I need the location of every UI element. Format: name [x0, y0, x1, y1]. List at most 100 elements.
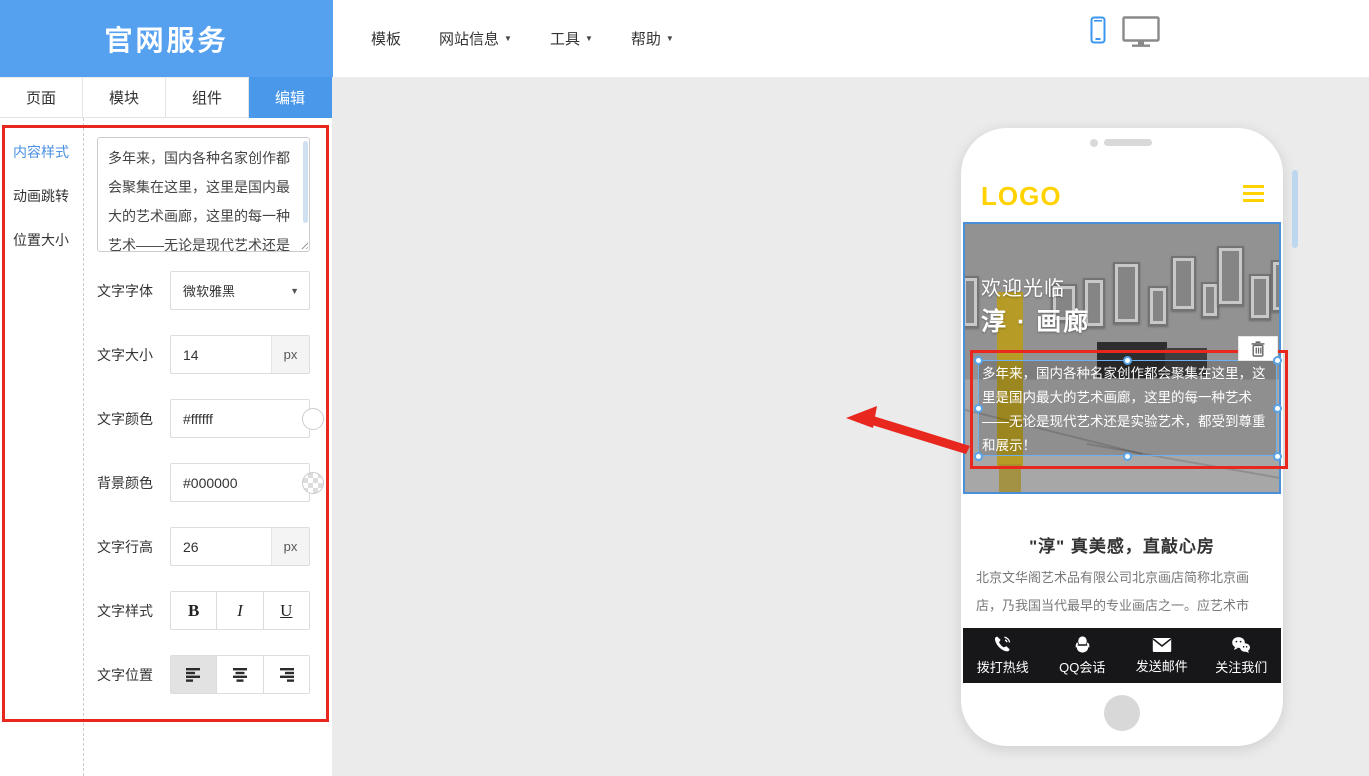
mail-icon [1152, 637, 1172, 653]
content-text-input[interactable] [97, 137, 310, 252]
chevron-down-icon: ▼ [290, 286, 299, 296]
left-tabbar: 页面 模块 组件 编辑 [0, 77, 332, 118]
line-height-label: 文字行高 [97, 537, 153, 557]
text-style-label: 文字样式 [97, 601, 153, 621]
hero-welcome-text: 欢迎光临 [981, 272, 1065, 301]
site-logo[interactable]: LOGO [981, 181, 1062, 212]
text-color-input[interactable] [171, 400, 309, 437]
row-font-size: 文字大小 px [0, 335, 332, 374]
row-text-style: 文字样式 B I U [0, 591, 332, 630]
text-color-label: 文字颜色 [97, 409, 153, 429]
hero-title-text: 淳 · 画廊 [981, 302, 1090, 338]
font-family-select[interactable]: 微软雅黑 ▼ [170, 271, 310, 310]
brand-header: 官网服务 [0, 0, 333, 77]
panel-menu-content-style[interactable]: 内容样式 [13, 142, 77, 162]
bg-color-input[interactable] [171, 464, 309, 501]
resize-handle-w[interactable] [974, 404, 983, 413]
row-text-align: 文字位置 [0, 655, 332, 694]
align-center-button[interactable] [217, 656, 263, 693]
trash-icon [1251, 341, 1265, 357]
qq-icon [1073, 635, 1092, 654]
tab-edit[interactable]: 编辑 [249, 77, 332, 118]
phone-screen: LOGO [963, 168, 1281, 683]
phone-preview: LOGO [961, 128, 1283, 746]
bold-button[interactable]: B [171, 592, 217, 629]
textarea-scrollbar[interactable] [303, 141, 308, 223]
section-heading: "淳" 真美感，直敲心房 [963, 532, 1281, 557]
chevron-down-icon: ▼ [504, 35, 512, 43]
bg-color-label: 背景颜色 [97, 473, 153, 493]
text-align-label: 文字位置 [97, 665, 153, 685]
footer-follow-us[interactable]: 关注我们 [1202, 628, 1282, 683]
desktop-preview-icon[interactable] [1122, 16, 1160, 47]
wechat-icon [1231, 636, 1251, 654]
nav-help[interactable]: 帮助 ▼ [631, 28, 674, 49]
row-font-family: 文字字体 微软雅黑 ▼ [0, 271, 332, 310]
tab-page[interactable]: 页面 [0, 77, 83, 118]
tab-module[interactable]: 模块 [83, 77, 166, 118]
resize-handle-sw[interactable] [974, 452, 983, 461]
mobile-preview-icon[interactable] [1090, 16, 1106, 44]
edit-panel: 内容样式 动画跳转 位置大小 文字字体 微软雅黑 ▼ 文字大小 px 文字颜色 [0, 118, 332, 776]
align-left-button[interactable] [171, 656, 217, 693]
hero-banner-selected[interactable]: 欢迎光临 淳 · 画廊 多年来，国内各种名家创作都会聚集在这里，这里是国内最大的… [963, 222, 1281, 494]
resize-handle-e[interactable] [1273, 404, 1282, 413]
font-size-control: px [170, 335, 310, 374]
align-left-icon [186, 668, 202, 682]
resize-handle-n[interactable] [1123, 356, 1132, 365]
brand-title: 官网服务 [104, 19, 228, 59]
mobile-site-header: LOGO [963, 168, 1281, 222]
footer-call-hotline[interactable]: 拨打热线 [963, 628, 1043, 683]
bg-color-control [170, 463, 310, 502]
footer-qq-chat[interactable]: QQ会话 [1043, 628, 1123, 683]
nav-template[interactable]: 模板 [371, 28, 401, 49]
bg-color-swatch[interactable] [302, 472, 324, 494]
nav-site-info[interactable]: 网站信息 ▼ [439, 28, 512, 49]
nav-tools[interactable]: 工具 ▼ [550, 28, 593, 49]
text-style-group: B I U [170, 591, 310, 630]
panel-menu-position-size[interactable]: 位置大小 [13, 230, 77, 250]
text-color-swatch[interactable] [302, 408, 324, 430]
hero-paragraph: 多年来，国内各种名家创作都会聚集在这里，这里是国内最大的艺术画廊，这里的每一种艺… [982, 362, 1275, 458]
font-size-input[interactable] [171, 336, 271, 373]
font-family-label: 文字字体 [97, 281, 153, 301]
resize-handle-se[interactable] [1273, 452, 1282, 461]
footer-send-email[interactable]: 发送邮件 [1122, 628, 1202, 683]
text-align-group [170, 655, 310, 694]
line-height-unit: px [271, 528, 309, 565]
resize-handle-nw[interactable] [974, 356, 983, 365]
line-height-control: px [170, 527, 310, 566]
menu-icon[interactable] [1243, 185, 1264, 202]
preview-device-toggle [1090, 16, 1160, 47]
preview-scrollbar[interactable] [1292, 170, 1298, 248]
row-text-color: 文字颜色 [0, 399, 332, 438]
call-icon [993, 635, 1012, 654]
phone-home-button[interactable] [1104, 695, 1140, 731]
chevron-down-icon: ▼ [585, 35, 593, 43]
delete-block-button[interactable] [1238, 336, 1278, 361]
top-nav: 模板 网站信息 ▼ 工具 ▼ 帮助 ▼ [333, 0, 1369, 77]
annotation-arrow [840, 404, 980, 462]
panel-menu-animation[interactable]: 动画跳转 [13, 186, 77, 206]
tab-component[interactable]: 组件 [166, 77, 249, 118]
font-size-unit: px [271, 336, 309, 373]
resize-handle-ne[interactable] [1273, 356, 1282, 365]
selected-text-block[interactable]: 多年来，国内各种名家创作都会聚集在这里，这里是国内最大的艺术画廊，这里的每一种艺… [978, 360, 1277, 456]
align-right-icon [278, 668, 294, 682]
row-bg-color: 背景颜色 [0, 463, 332, 502]
phone-speaker-bar [1104, 139, 1152, 146]
resize-handle-s[interactable] [1123, 452, 1132, 461]
app-window: 官网服务 模板 网站信息 ▼ 工具 ▼ 帮助 ▼ [0, 0, 1369, 776]
chevron-down-icon: ▼ [666, 35, 674, 43]
align-center-icon [232, 668, 248, 682]
line-height-input[interactable] [171, 528, 271, 565]
mobile-footer-bar: 拨打热线 QQ会话 [963, 628, 1281, 683]
underline-button[interactable]: U [264, 592, 309, 629]
align-right-button[interactable] [264, 656, 309, 693]
font-family-value: 微软雅黑 [183, 281, 235, 300]
row-line-height: 文字行高 px [0, 527, 332, 566]
text-color-control [170, 399, 310, 438]
phone-camera-dot [1090, 139, 1098, 147]
italic-button[interactable]: I [217, 592, 263, 629]
section-body-text: 北京文华阁艺术品有限公司北京画店简称北京画店，乃我国当代最早的专业画店之一。应艺… [976, 564, 1268, 620]
